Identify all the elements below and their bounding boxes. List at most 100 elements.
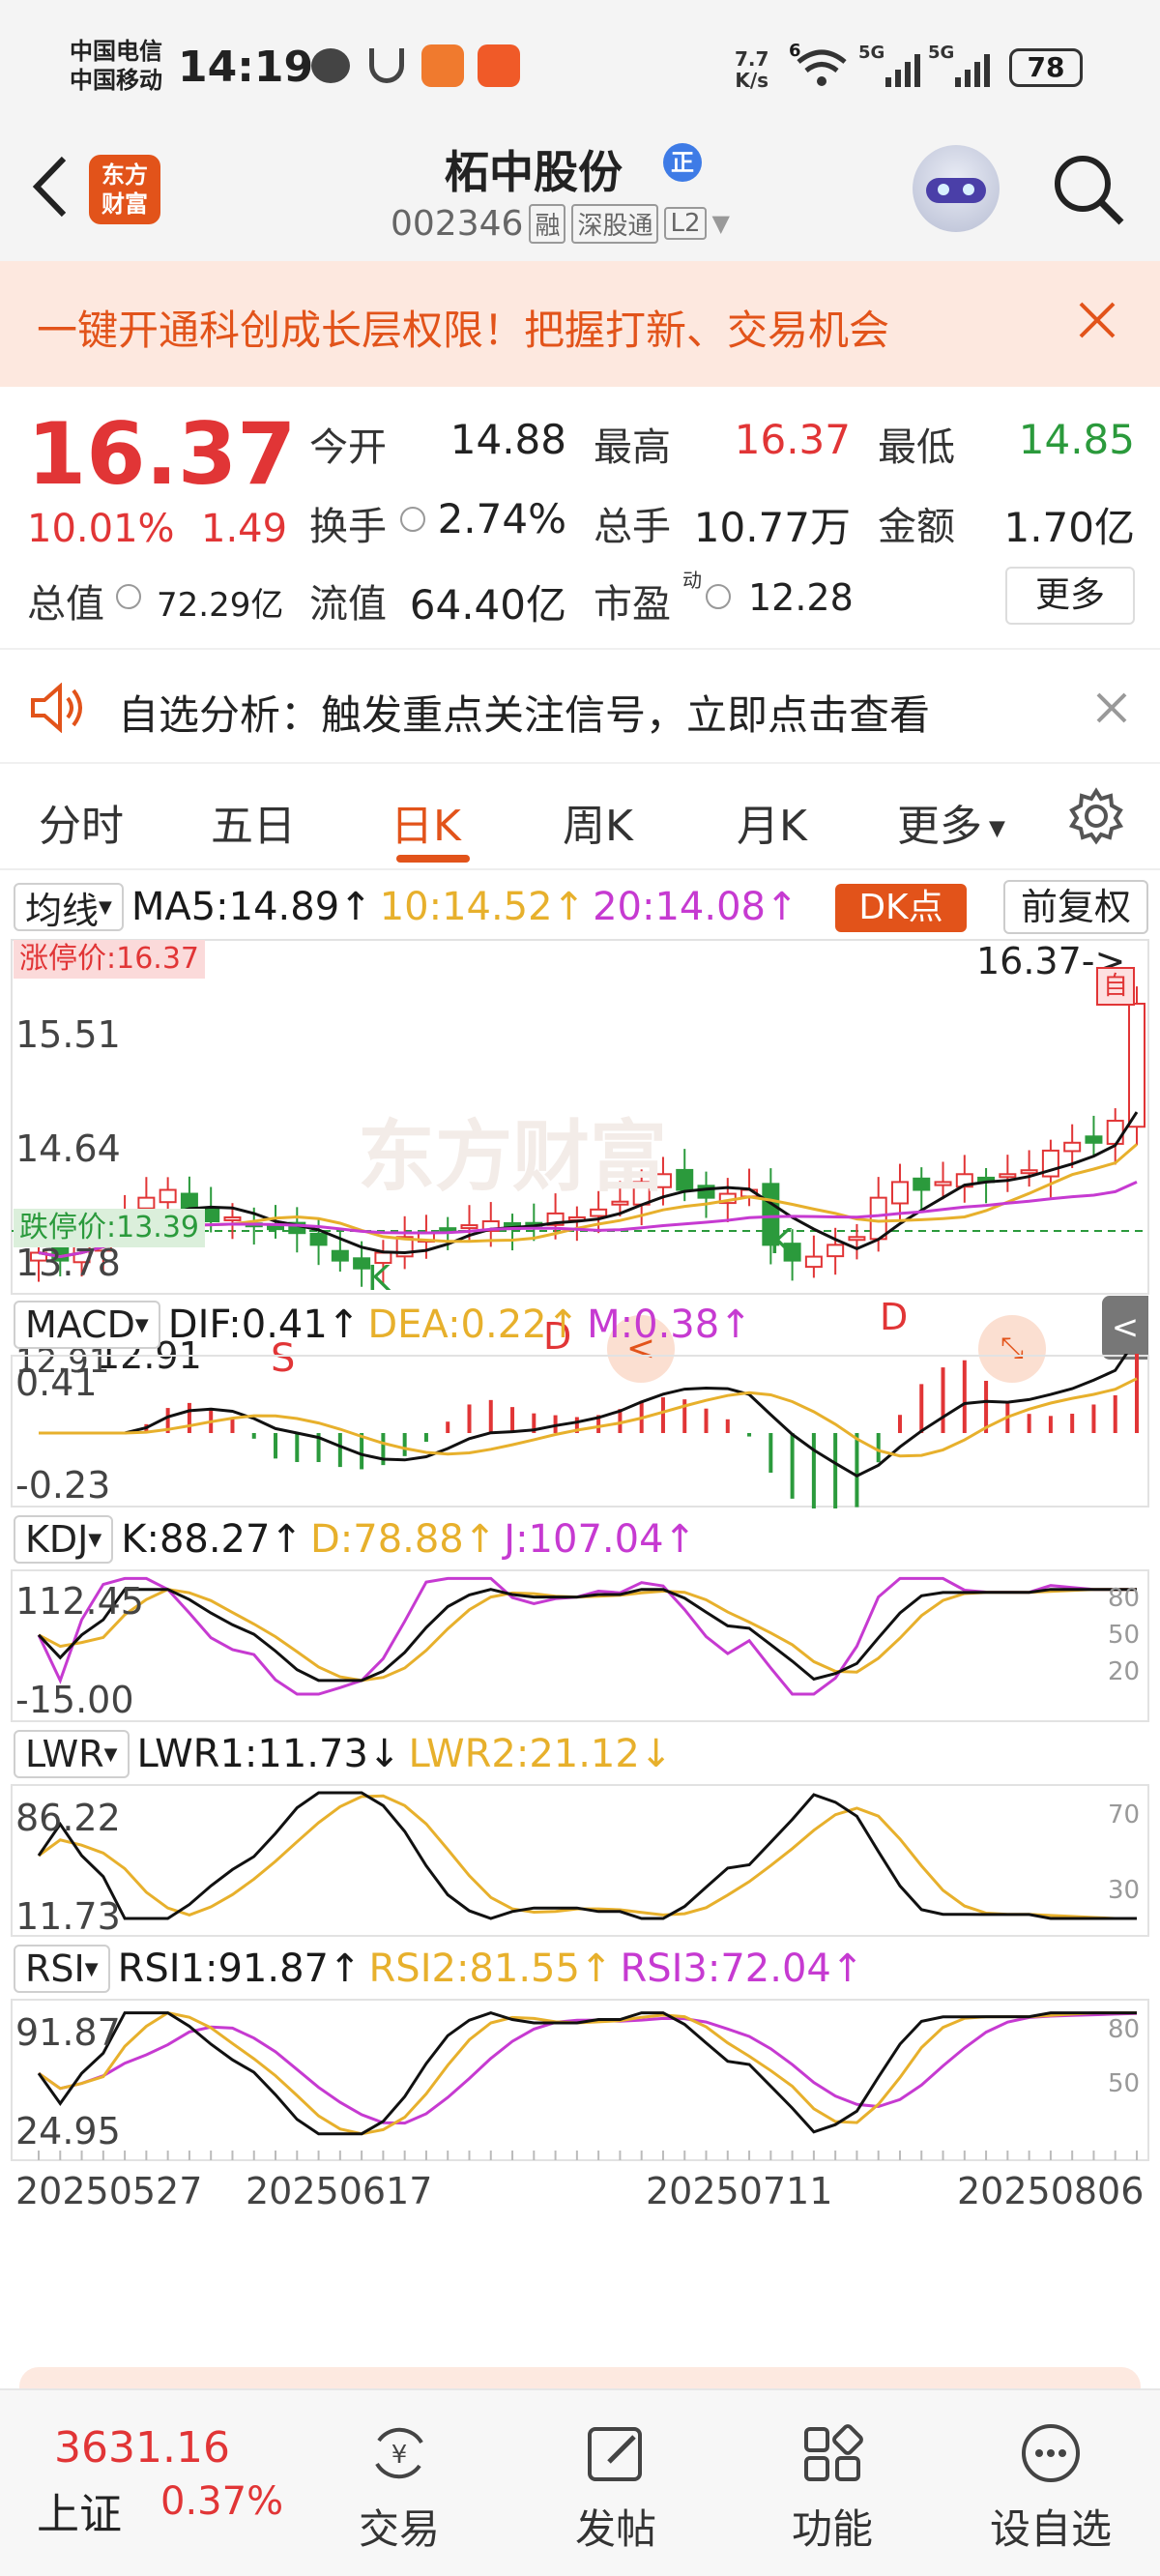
candle-body [590,1208,608,1217]
signal-label-2: 5G [928,43,955,63]
candle-body [913,1177,931,1191]
signal-icon-2: 5G [928,43,996,91]
info-icon[interactable] [400,507,425,532]
macd-chart [11,1354,1149,1508]
candle-body [848,1236,866,1242]
lwr-chart [11,1784,1149,1937]
turnover-value: 2.74% [437,495,566,542]
mktcap-value: 72.29亿 [157,586,284,625]
candle-body [1085,1135,1103,1144]
nav-post[interactable]: 发帖 [543,2419,688,2556]
nav-add-watchlist-label: 设自选 [989,2505,1112,2553]
kdj-right-tick: 20 [1108,1657,1141,1686]
rsi-right-tick: 80 [1108,2015,1141,2044]
ma5-value: MA5:14.89↑ [130,885,372,929]
pe-dynamic-mark: 动 [682,569,702,592]
app-notify-icon-2 [478,44,520,87]
index-value[interactable]: 3631.16 [54,2423,230,2473]
tab-daily-k[interactable]: 日K [391,791,461,853]
pe-label: 市盈 [594,582,671,627]
float-value: 64.40亿 [409,581,566,629]
kdj-d: D:78.88↑ [309,1517,497,1562]
change-percent: 10.01% [27,507,175,551]
analysis-bar[interactable]: 自选分析：触发重点关注信号，立即点击查看 [0,648,1160,764]
candle-body [1128,1003,1146,1128]
close-icon[interactable] [1073,296,1121,344]
nav-add-watchlist[interactable]: 设自选 [978,2419,1123,2556]
lwr-right-tick: 30 [1108,1876,1141,1905]
restore-rights-button[interactable]: 前复权 [1003,880,1148,934]
candle-body [331,1249,349,1262]
rsi-right-tick: 50 [1108,2069,1141,2098]
stock-header: 东方 财富 柘中股份 正 002346 融 深股通 L2 ▼ [0,126,1160,261]
chevron-down-icon: ▼ [134,1314,149,1335]
search-icon[interactable] [1050,151,1127,228]
date-label: 20250711 [646,2170,833,2212]
lwr-y-top: 86.22 [15,1797,121,1839]
kdj-selector-label: KDJ [25,1518,89,1561]
ma20-value: 20:14.08↑ [593,885,798,929]
macd-dif: DIF:0.41↑ [167,1303,361,1347]
candle-body [1063,1141,1082,1153]
last-price: 16.37 [27,404,297,504]
ma-selector[interactable]: 均线 ▼ [14,883,124,932]
logo-line-1: 东方 [102,161,148,189]
rsi3-line [38,2011,1138,2125]
candle-body [999,1173,1017,1179]
amount-label: 金额 [878,505,955,549]
close-icon[interactable] [1092,688,1131,727]
kdj-d-line [38,1588,1137,1683]
more-button[interactable]: 更多 [1005,567,1135,625]
stock-name: 柘中股份 [445,146,623,198]
change-amount: 1.49 [201,507,288,551]
lwr-selector[interactable]: LWR ▼ [14,1730,130,1778]
more-circle-icon [1022,2424,1080,2482]
kdj-selector[interactable]: KDJ ▼ [14,1515,114,1564]
info-icon[interactable] [116,584,141,609]
macd-selector[interactable]: MACD ▼ [14,1301,160,1349]
gear-icon[interactable] [1067,787,1125,845]
nav-trade[interactable]: ¥ 交易 [327,2419,472,2556]
tab-weekly-k[interactable]: 周K [563,791,633,853]
candle-body [826,1244,845,1258]
chevron-down-icon: ▼ [711,210,730,237]
app-logo[interactable]: 东方 财富 [89,155,160,224]
date-label: 20250617 [246,2170,433,2212]
tab-five-day[interactable]: 五日 [211,791,296,853]
candle-body [202,1207,220,1223]
tab-monthly-k[interactable]: 月K [737,791,807,853]
macd-m: M:0.38↑ [587,1303,752,1347]
kdj-y-bottom: -15.00 [15,1679,134,1721]
y-tick: 15.51 [15,1013,121,1056]
mktcap-label: 总值 [27,582,104,627]
low-value: 14.85 [1018,416,1135,463]
date-label: 20250806 [957,2170,1145,2212]
rsi-selector[interactable]: RSI ▼ [14,1945,110,1993]
tab-more-label: 更多 [897,802,982,851]
chevron-down-icon: ▼ [99,896,112,918]
collapse-arrow-icon[interactable]: < [1102,1296,1148,1360]
watermark: 东方财富 [358,1112,667,1202]
dk-point-button[interactable]: DK点 [835,884,967,932]
candle-body [137,1196,156,1210]
stock-meta[interactable]: 002346 融 深股通 L2 ▼ [391,201,730,246]
wifi-icon: 6 [789,41,849,89]
signal-marker: K [367,1259,391,1299]
index-name: 上证 [37,2490,122,2539]
back-icon[interactable] [23,153,81,220]
macd-header: MACD ▼ DIF:0.41↑ DEA:0.22↑ M:0.38↑ [14,1298,752,1352]
candle-body [676,1168,694,1191]
stock-code: 002346 [391,203,524,244]
robot-assistant-icon[interactable] [913,145,1000,232]
tab-more[interactable]: 更多 ▼ [897,791,1005,853]
tab-intraday[interactable]: 分时 [39,791,124,853]
logo-line-2: 财富 [102,190,148,218]
rsi3-value: RSI3:72.04↑ [620,1947,864,1991]
info-icon[interactable] [706,584,731,609]
nav-functions[interactable]: 功能 [760,2419,905,2556]
quote-panel: 16.37 10.01% 1.49 今开 14.88 最高 16.37 最低 1… [0,387,1160,648]
wechat-icon [311,48,350,83]
battery-icon: 78 [1009,48,1083,87]
nav-functions-label: 功能 [791,2505,873,2553]
promo-banner[interactable]: 一键开通科创成长层权限！把握打新、交易机会 [0,261,1160,387]
